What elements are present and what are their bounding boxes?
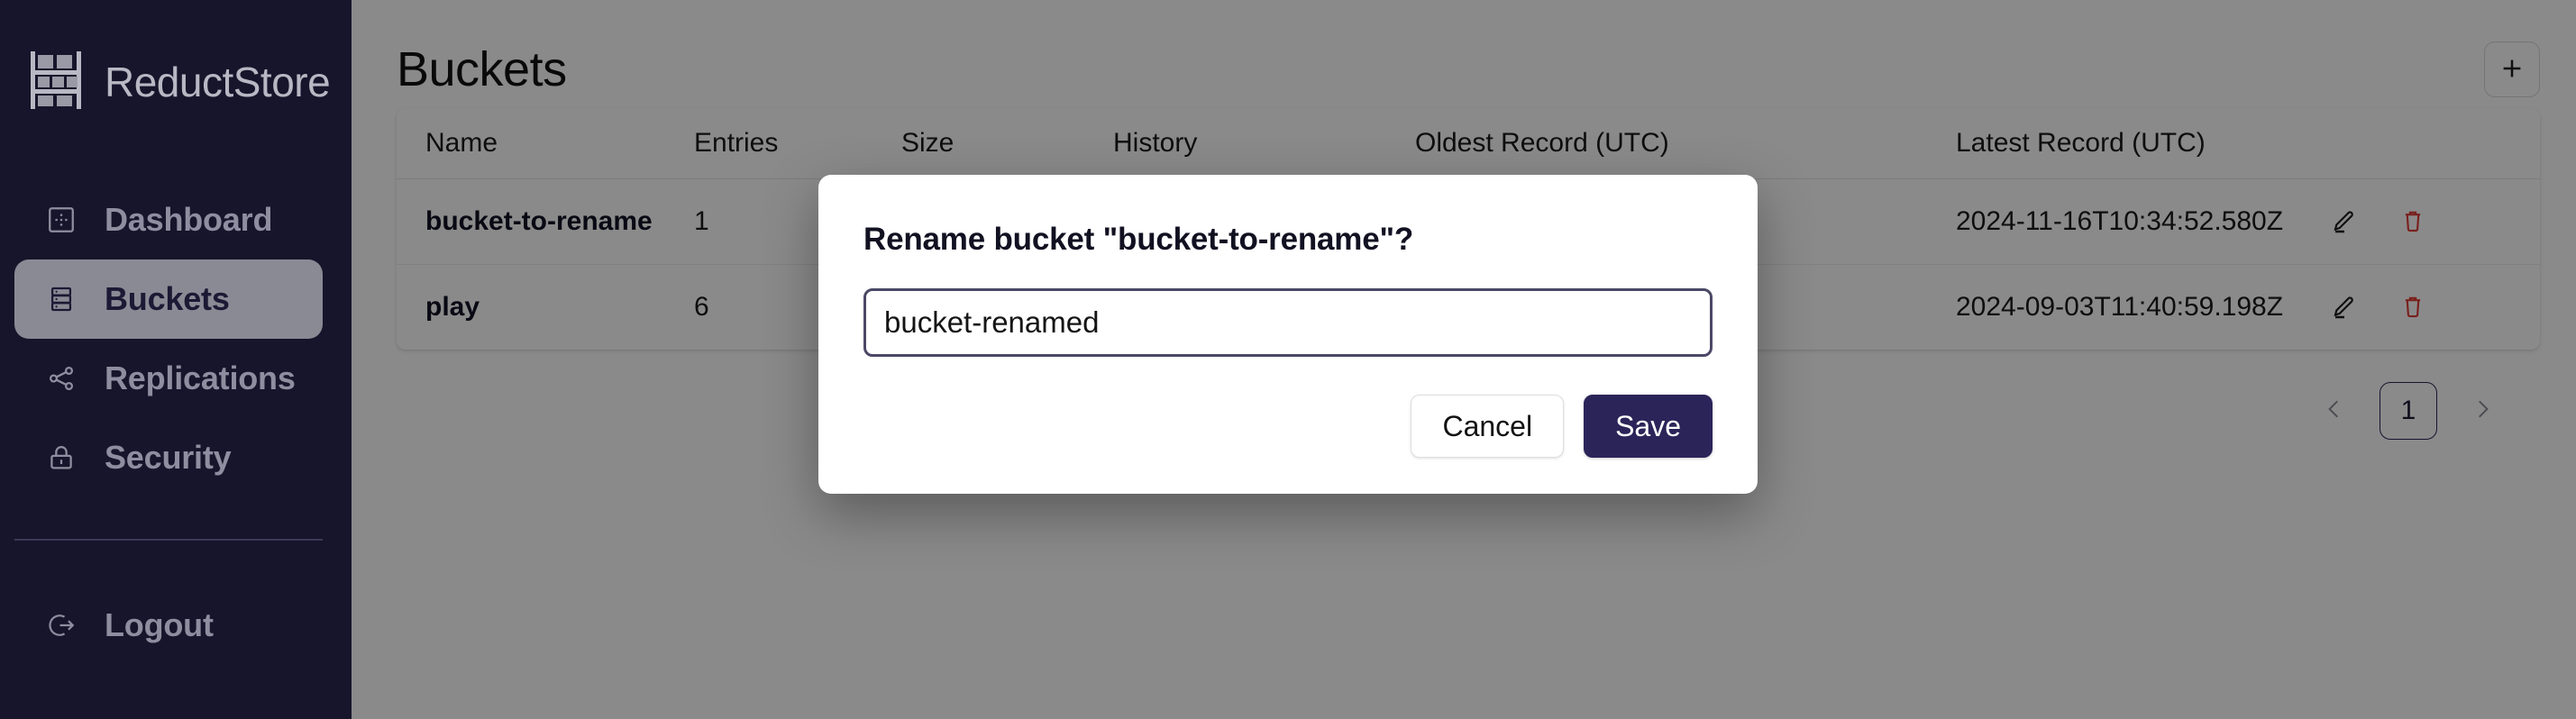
sidebar-item-label: Buckets — [105, 280, 230, 317]
sidebar-item-label: Logout — [105, 606, 214, 643]
save-button[interactable]: Save — [1584, 395, 1713, 458]
app-root: ReductStore Dashboard Buckets Replicatio… — [0, 0, 2576, 719]
database-icon — [43, 281, 79, 317]
dashboard-icon — [43, 202, 79, 238]
share-nodes-icon — [43, 360, 79, 396]
sidebar-item-label: Replications — [105, 360, 296, 396]
brand: ReductStore — [0, 23, 352, 132]
dialog-actions: Cancel Save — [863, 395, 1713, 458]
lock-icon — [43, 440, 79, 476]
sidebar-item-buckets[interactable]: Buckets — [14, 259, 323, 339]
rename-bucket-dialog: Rename bucket "bucket-to-rename"? Cancel… — [818, 175, 1758, 494]
sidebar-nav: Dashboard Buckets Replications Security … — [0, 180, 352, 665]
logout-icon — [43, 607, 79, 643]
sidebar-item-security[interactable]: Security — [14, 418, 323, 497]
sidebar-divider — [14, 539, 323, 541]
sidebar: ReductStore Dashboard Buckets Replicatio… — [0, 0, 352, 719]
sidebar-item-dashboard[interactable]: Dashboard — [14, 180, 323, 259]
brand-name: ReductStore — [105, 59, 331, 105]
sidebar-item-label: Dashboard — [105, 201, 273, 238]
dialog-title: Rename bucket "bucket-to-rename"? — [863, 222, 1414, 257]
shelf-rack-logo-icon — [27, 50, 85, 115]
sidebar-item-logout[interactable]: Logout — [14, 586, 323, 665]
sidebar-item-replications[interactable]: Replications — [14, 339, 323, 418]
cancel-button[interactable]: Cancel — [1411, 395, 1565, 458]
bucket-name-input[interactable] — [863, 288, 1713, 357]
sidebar-item-label: Security — [105, 439, 232, 476]
